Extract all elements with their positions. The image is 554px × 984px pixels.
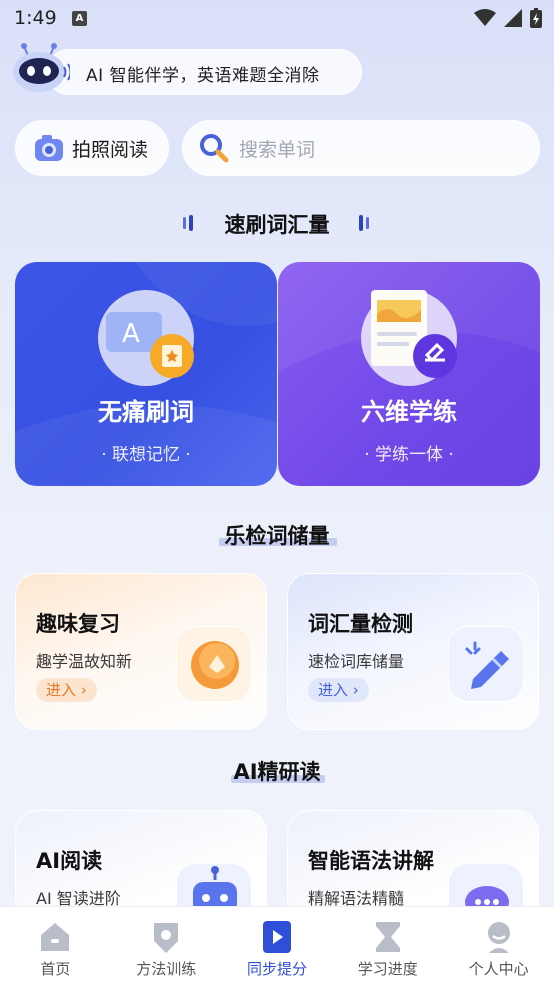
tab-home[interactable]: 首页 <box>0 907 111 984</box>
card-painless-subtitle: · 联想记忆 · <box>101 445 191 465</box>
card-vocab-test-title: 词汇量检测 <box>308 612 413 636</box>
status-icons <box>474 8 542 28</box>
flashcard-icon: A <box>98 290 194 386</box>
battery-icon <box>530 8 542 28</box>
card-vocab-test-subtitle: 速检词库储量 <box>308 652 405 671</box>
camera-icon <box>35 135 63 161</box>
review-coin-icon <box>176 626 252 702</box>
tab-profile[interactable]: 个人中心 <box>443 907 554 984</box>
home-icon <box>41 923 70 951</box>
tab-profile-label: 个人中心 <box>468 960 529 978</box>
person-icon <box>487 922 510 953</box>
card-fun-review-title: 趣味复习 <box>36 612 120 636</box>
status-time: 1:49 <box>14 7 57 29</box>
card-six-title: 六维学练 <box>361 398 457 426</box>
document-pen-icon <box>361 290 457 386</box>
wifi-icon <box>474 9 496 26</box>
enter-button-vocab-test[interactable]: 进入 › <box>308 678 369 702</box>
pencil-check-icon <box>448 626 524 702</box>
signal-icon <box>504 9 522 27</box>
book-play-icon <box>262 921 291 953</box>
search-icon <box>200 134 229 163</box>
card-painless-words[interactable]: A 无痛刷词 · 联想记忆 · <box>15 262 277 486</box>
card-painless-title: 无痛刷词 <box>98 398 194 426</box>
card-smart-grammar-title: 智能语法讲解 <box>308 849 434 873</box>
notification-icon: A <box>72 11 87 26</box>
card-fun-review-subtitle: 趣学温故知新 <box>36 652 133 671</box>
ai-banner-text: AI 智能伴学，英语难题全消除 <box>86 66 320 86</box>
tab-method-training[interactable]: 方法训练 <box>111 907 222 984</box>
tab-sync-score[interactable]: 同步提分 <box>222 907 333 984</box>
card-six-dimension[interactable]: 六维学练 · 学练一体 · <box>278 262 540 486</box>
photo-read-label: 拍照阅读 <box>72 138 149 161</box>
robot-mascot-icon <box>13 43 70 92</box>
card-six-subtitle: · 学练一体 · <box>364 445 454 465</box>
card-ai-reading-title: AI阅读 <box>36 849 103 873</box>
search-placeholder: 搜索单词 <box>239 138 316 161</box>
tab-home-label: 首页 <box>40 960 71 978</box>
tab-method-label: 方法训练 <box>136 960 197 978</box>
badge-icon <box>154 923 179 953</box>
bottom-tab-bar: 首页 方法训练 同步提分 学习进度 个人中心 <box>0 906 554 984</box>
enter-label: 进入 <box>46 681 77 699</box>
tab-sync-label: 同步提分 <box>246 960 307 978</box>
svg-text:A: A <box>122 319 140 349</box>
status-bar: 1:49 A <box>0 0 554 36</box>
card-fun-review[interactable]: 趣味复习 趣学温故知新 进入 › <box>15 573 267 730</box>
section-title-reading: AI精研读 <box>233 760 321 784</box>
photo-read-button[interactable]: 拍照阅读 <box>15 120 169 176</box>
card-vocab-test[interactable]: 词汇量检测 速检词库储量 进入 › <box>287 573 539 730</box>
section-title-vocab: 速刷词汇量 <box>224 213 330 237</box>
hourglass-icon <box>375 922 400 952</box>
section-deco-right-icon <box>359 215 369 231</box>
tab-progress-label: 学习进度 <box>357 960 418 978</box>
enter-label: 进入 <box>318 681 349 699</box>
section-title-reserve: 乐检词储量 <box>224 524 330 548</box>
tab-progress[interactable]: 学习进度 <box>332 907 443 984</box>
enter-button-fun-review[interactable]: 进入 › <box>36 678 97 702</box>
search-input[interactable]: 搜索单词 <box>182 120 540 176</box>
